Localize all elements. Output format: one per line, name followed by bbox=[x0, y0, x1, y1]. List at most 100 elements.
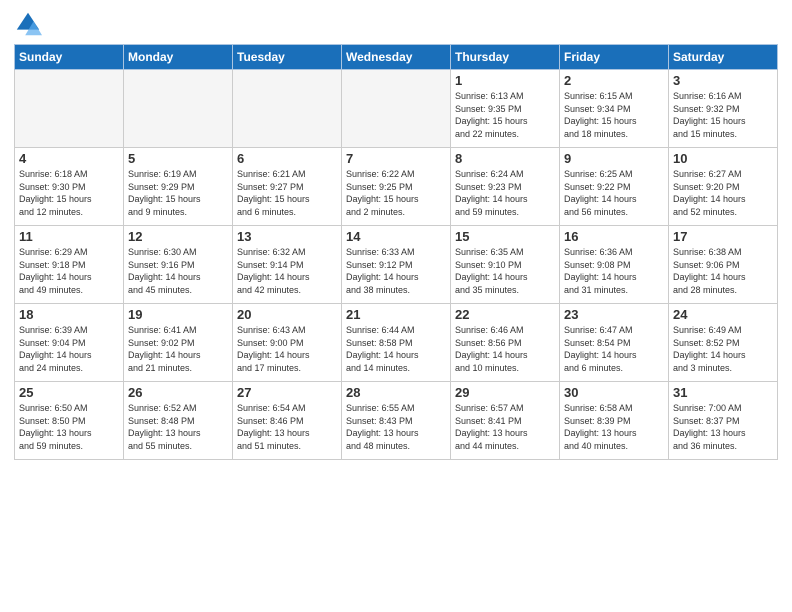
day-number: 29 bbox=[455, 385, 555, 400]
day-number: 17 bbox=[673, 229, 773, 244]
calendar-cell bbox=[124, 70, 233, 148]
calendar-cell: 22 Sunrise: 6:46 AM Sunset: 8:56 PM Dayli… bbox=[451, 304, 560, 382]
calendar-cell: 27Sunrise: 6:54 AM Sunset: 8:46 PM Dayli… bbox=[233, 382, 342, 460]
main-container: SundayMondayTuesdayWednesdayThursdayFrid… bbox=[0, 0, 792, 470]
day-info: Sunrise: 6:49 AM Sunset: 8:52 PM Dayligh… bbox=[673, 324, 773, 374]
calendar-cell: 10Sunrise: 6:27 AM Sunset: 9:20 PM Dayli… bbox=[669, 148, 778, 226]
day-info: Sunrise: 6:46 AM Sunset: 8:56 PM Dayligh… bbox=[455, 324, 555, 374]
weekday-header-wednesday: Wednesday bbox=[342, 45, 451, 70]
calendar-cell: 17 Sunrise: 6:38 AM Sunset: 9:06 PM Dayli… bbox=[669, 226, 778, 304]
day-number: 19 bbox=[128, 307, 228, 322]
day-info: Sunrise: 6:41 AM Sunset: 9:02 PM Dayligh… bbox=[128, 324, 228, 374]
weekday-header-sunday: Sunday bbox=[15, 45, 124, 70]
calendar-cell: 21 Sunrise: 6:44 AM Sunset: 8:58 PM Dayli… bbox=[342, 304, 451, 382]
day-number: 12 bbox=[128, 229, 228, 244]
calendar-week-2: 4Sunrise: 6:18 AM Sunset: 9:30 PM Daylig… bbox=[15, 148, 778, 226]
calendar-cell bbox=[342, 70, 451, 148]
day-number: 11 bbox=[19, 229, 119, 244]
day-info: Sunrise: 6:57 AM Sunset: 8:41 PM Dayligh… bbox=[455, 402, 555, 452]
day-info: Sunrise: 6:55 AM Sunset: 8:43 PM Dayligh… bbox=[346, 402, 446, 452]
calendar-cell: 14Sunrise: 6:33 AM Sunset: 9:12 PM Dayli… bbox=[342, 226, 451, 304]
day-info: Sunrise: 6:13 AM Sunset: 9:35 PM Dayligh… bbox=[455, 90, 555, 140]
day-info: Sunrise: 6:39 AM Sunset: 9:04 PM Dayligh… bbox=[19, 324, 119, 374]
day-info: Sunrise: 6:38 AM Sunset: 9:06 PM Dayligh… bbox=[673, 246, 773, 296]
day-info: Sunrise: 6:19 AM Sunset: 9:29 PM Dayligh… bbox=[128, 168, 228, 218]
day-number: 14 bbox=[346, 229, 446, 244]
day-number: 18 bbox=[19, 307, 119, 322]
day-number: 6 bbox=[237, 151, 337, 166]
day-number: 31 bbox=[673, 385, 773, 400]
calendar-cell: 11 Sunrise: 6:29 AM Sunset: 9:18 PM Dayli… bbox=[15, 226, 124, 304]
calendar-cell: 24Sunrise: 6:49 AM Sunset: 8:52 PM Dayli… bbox=[669, 304, 778, 382]
day-info: Sunrise: 6:22 AM Sunset: 9:25 PM Dayligh… bbox=[346, 168, 446, 218]
day-number: 23 bbox=[564, 307, 664, 322]
calendar-cell: 1 Sunrise: 6:13 AM Sunset: 9:35 PM Daylig… bbox=[451, 70, 560, 148]
calendar-cell: 28Sunrise: 6:55 AM Sunset: 8:43 PM Dayli… bbox=[342, 382, 451, 460]
day-number: 22 bbox=[455, 307, 555, 322]
day-number: 9 bbox=[564, 151, 664, 166]
logo-icon bbox=[14, 10, 42, 38]
day-number: 2 bbox=[564, 73, 664, 88]
day-number: 1 bbox=[455, 73, 555, 88]
day-info: Sunrise: 6:36 AM Sunset: 9:08 PM Dayligh… bbox=[564, 246, 664, 296]
day-info: Sunrise: 6:15 AM Sunset: 9:34 PM Dayligh… bbox=[564, 90, 664, 140]
calendar-cell: 15 Sunrise: 6:35 AM Sunset: 9:10 PM Dayli… bbox=[451, 226, 560, 304]
calendar-cell: 4Sunrise: 6:18 AM Sunset: 9:30 PM Daylig… bbox=[15, 148, 124, 226]
day-info: Sunrise: 6:47 AM Sunset: 8:54 PM Dayligh… bbox=[564, 324, 664, 374]
header bbox=[14, 10, 778, 38]
calendar-cell: 30Sunrise: 6:58 AM Sunset: 8:39 PM Dayli… bbox=[560, 382, 669, 460]
calendar-cell: 29 Sunrise: 6:57 AM Sunset: 8:41 PM Dayli… bbox=[451, 382, 560, 460]
calendar-cell: 7 Sunrise: 6:22 AM Sunset: 9:25 PM Daylig… bbox=[342, 148, 451, 226]
calendar-week-5: 25Sunrise: 6:50 AM Sunset: 8:50 PM Dayli… bbox=[15, 382, 778, 460]
calendar-cell: 25Sunrise: 6:50 AM Sunset: 8:50 PM Dayli… bbox=[15, 382, 124, 460]
day-info: Sunrise: 6:24 AM Sunset: 9:23 PM Dayligh… bbox=[455, 168, 555, 218]
calendar-week-3: 11 Sunrise: 6:29 AM Sunset: 9:18 PM Dayli… bbox=[15, 226, 778, 304]
day-info: Sunrise: 6:21 AM Sunset: 9:27 PM Dayligh… bbox=[237, 168, 337, 218]
day-number: 3 bbox=[673, 73, 773, 88]
calendar-cell: 26 Sunrise: 6:52 AM Sunset: 8:48 PM Dayli… bbox=[124, 382, 233, 460]
calendar-cell: 6 Sunrise: 6:21 AM Sunset: 9:27 PM Daylig… bbox=[233, 148, 342, 226]
day-number: 8 bbox=[455, 151, 555, 166]
weekday-header-thursday: Thursday bbox=[451, 45, 560, 70]
calendar-cell: 5 Sunrise: 6:19 AM Sunset: 9:29 PM Daylig… bbox=[124, 148, 233, 226]
calendar-cell: 8 Sunrise: 6:24 AM Sunset: 9:23 PM Daylig… bbox=[451, 148, 560, 226]
day-info: Sunrise: 6:18 AM Sunset: 9:30 PM Dayligh… bbox=[19, 168, 119, 218]
day-number: 7 bbox=[346, 151, 446, 166]
day-info: Sunrise: 6:43 AM Sunset: 9:00 PM Dayligh… bbox=[237, 324, 337, 374]
day-info: Sunrise: 6:52 AM Sunset: 8:48 PM Dayligh… bbox=[128, 402, 228, 452]
calendar-cell: 23 Sunrise: 6:47 AM Sunset: 8:54 PM Dayli… bbox=[560, 304, 669, 382]
day-number: 15 bbox=[455, 229, 555, 244]
day-number: 27 bbox=[237, 385, 337, 400]
day-number: 5 bbox=[128, 151, 228, 166]
calendar-cell: 16 Sunrise: 6:36 AM Sunset: 9:08 PM Dayli… bbox=[560, 226, 669, 304]
calendar-cell: 9 Sunrise: 6:25 AM Sunset: 9:22 PM Daylig… bbox=[560, 148, 669, 226]
weekday-header-tuesday: Tuesday bbox=[233, 45, 342, 70]
calendar-week-4: 18 Sunrise: 6:39 AM Sunset: 9:04 PM Dayli… bbox=[15, 304, 778, 382]
calendar-cell bbox=[233, 70, 342, 148]
day-number: 20 bbox=[237, 307, 337, 322]
day-info: Sunrise: 6:29 AM Sunset: 9:18 PM Dayligh… bbox=[19, 246, 119, 296]
weekday-header-monday: Monday bbox=[124, 45, 233, 70]
day-info: Sunrise: 6:35 AM Sunset: 9:10 PM Dayligh… bbox=[455, 246, 555, 296]
day-info: Sunrise: 6:58 AM Sunset: 8:39 PM Dayligh… bbox=[564, 402, 664, 452]
weekday-header-friday: Friday bbox=[560, 45, 669, 70]
day-info: Sunrise: 6:44 AM Sunset: 8:58 PM Dayligh… bbox=[346, 324, 446, 374]
day-info: Sunrise: 6:30 AM Sunset: 9:16 PM Dayligh… bbox=[128, 246, 228, 296]
day-info: Sunrise: 6:32 AM Sunset: 9:14 PM Dayligh… bbox=[237, 246, 337, 296]
weekday-header-row: SundayMondayTuesdayWednesdayThursdayFrid… bbox=[15, 45, 778, 70]
calendar-cell: 12 Sunrise: 6:30 AM Sunset: 9:16 PM Dayli… bbox=[124, 226, 233, 304]
day-number: 21 bbox=[346, 307, 446, 322]
calendar-table: SundayMondayTuesdayWednesdayThursdayFrid… bbox=[14, 44, 778, 460]
day-number: 10 bbox=[673, 151, 773, 166]
day-number: 13 bbox=[237, 229, 337, 244]
calendar-cell bbox=[15, 70, 124, 148]
day-info: Sunrise: 7:00 AM Sunset: 8:37 PM Dayligh… bbox=[673, 402, 773, 452]
day-info: Sunrise: 6:25 AM Sunset: 9:22 PM Dayligh… bbox=[564, 168, 664, 218]
weekday-header-saturday: Saturday bbox=[669, 45, 778, 70]
day-info: Sunrise: 6:50 AM Sunset: 8:50 PM Dayligh… bbox=[19, 402, 119, 452]
calendar-cell: 31 Sunrise: 7:00 AM Sunset: 8:37 PM Dayli… bbox=[669, 382, 778, 460]
day-number: 26 bbox=[128, 385, 228, 400]
calendar-cell: 19 Sunrise: 6:41 AM Sunset: 9:02 PM Dayli… bbox=[124, 304, 233, 382]
day-number: 16 bbox=[564, 229, 664, 244]
calendar-cell: 18 Sunrise: 6:39 AM Sunset: 9:04 PM Dayli… bbox=[15, 304, 124, 382]
